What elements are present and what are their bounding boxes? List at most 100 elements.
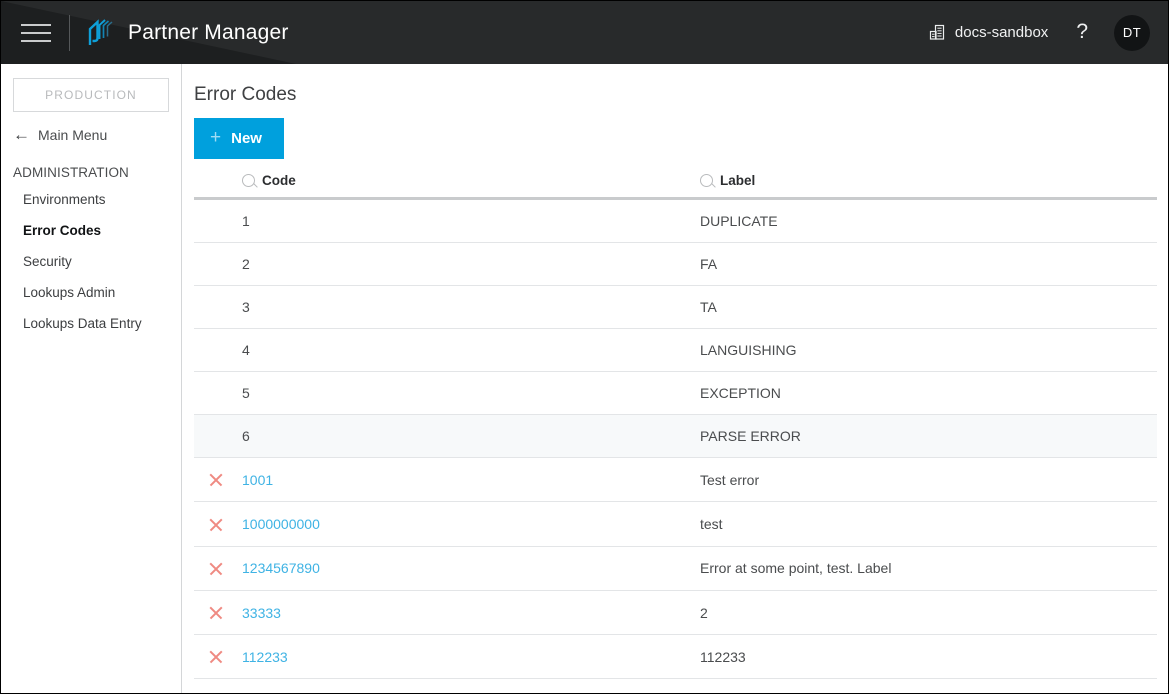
table-header: Code Label xyxy=(194,173,1157,199)
cell-code[interactable]: 1001 xyxy=(242,458,700,502)
hamburger-line xyxy=(21,40,51,42)
sidebar: PRODUCTION ← Main Menu ADMINISTRATION En… xyxy=(1,64,182,693)
column-header-code[interactable]: Code xyxy=(242,173,700,199)
avatar[interactable]: DT xyxy=(1114,15,1150,51)
tenant-name: docs-sandbox xyxy=(955,24,1048,41)
header-right-group: docs-sandbox ? DT xyxy=(919,1,1168,64)
row-delete-cell[interactable] xyxy=(194,502,242,546)
row-delete-cell[interactable] xyxy=(194,635,242,679)
code-text: 3 xyxy=(242,299,250,315)
app-title: Partner Manager xyxy=(128,21,289,45)
code-text: 1 xyxy=(242,213,250,229)
page-body: PRODUCTION ← Main Menu ADMINISTRATION En… xyxy=(1,64,1168,693)
arrow-left-icon: ← xyxy=(13,126,30,143)
back-to-main-menu-label: Main Menu xyxy=(38,127,107,143)
brand-logo-icon xyxy=(88,19,114,47)
cell-code: 1 xyxy=(242,199,700,243)
cell-code[interactable]: 1234567890 xyxy=(242,546,700,590)
sidebar-item-lookups-data-entry[interactable]: Lookups Data Entry xyxy=(1,308,181,339)
table-row[interactable]: 33333 2 xyxy=(194,590,1157,634)
row-delete-cell xyxy=(194,199,242,243)
page-title: Error Codes xyxy=(194,84,1154,106)
cell-label: test xyxy=(700,502,1157,546)
table-row[interactable]: 112233 112233 xyxy=(194,635,1157,679)
sidebar-item-lookups-admin[interactable]: Lookups Admin xyxy=(1,277,181,308)
column-header-label[interactable]: Label xyxy=(700,173,1157,199)
cell-code: 6 xyxy=(242,415,700,458)
code-link[interactable]: 33333 xyxy=(242,605,281,621)
cell-code[interactable]: 1000000000 xyxy=(242,502,700,546)
cell-code[interactable]: 112233 xyxy=(242,635,700,679)
row-delete-cell xyxy=(194,372,242,415)
table-row[interactable]: 1234567890Error at some point, test. Lab… xyxy=(194,546,1157,590)
hamburger-line xyxy=(21,24,51,26)
new-button-label: New xyxy=(231,131,262,146)
delete-icon[interactable] xyxy=(208,605,224,621)
search-icon[interactable] xyxy=(700,174,713,187)
header-divider xyxy=(69,15,70,51)
building-icon xyxy=(929,24,946,41)
code-link[interactable]: 1234567890 xyxy=(242,560,320,576)
table-row[interactable]: 3TA xyxy=(194,286,1157,329)
cell-code: 5 xyxy=(242,372,700,415)
row-delete-cell xyxy=(194,415,242,458)
code-link[interactable]: 1001 xyxy=(242,472,273,488)
back-to-main-menu[interactable]: ← Main Menu xyxy=(1,112,181,149)
table-row[interactable]: 1001 Test error xyxy=(194,458,1157,502)
sidebar-item-environments[interactable]: Environments xyxy=(1,184,181,215)
code-text: 6 xyxy=(242,428,250,444)
row-delete-cell xyxy=(194,329,242,372)
cell-label: PARSE ERROR xyxy=(700,415,1157,458)
cell-label: FA xyxy=(700,243,1157,286)
cell-code[interactable]: 33333 xyxy=(242,590,700,634)
delete-icon[interactable] xyxy=(208,649,224,665)
error-codes-table: Code Label 1DUPLICATE2FA3TA4LANGUISHING5… xyxy=(194,173,1157,679)
column-header-label-label: Label xyxy=(720,173,755,188)
table-row[interactable]: 1 DUPLICATE xyxy=(194,199,1157,243)
table-row[interactable]: 2 FA xyxy=(194,243,1157,286)
column-header-actions xyxy=(194,173,242,199)
row-delete-cell xyxy=(194,286,242,329)
code-link[interactable]: 1000000000 xyxy=(242,516,320,532)
cell-label: LANGUISHING xyxy=(700,329,1157,372)
cell-label: 112233 xyxy=(700,635,1157,679)
table-row[interactable]: 4 LANGUISHING xyxy=(194,329,1157,372)
table-row[interactable]: 6 PARSE ERROR xyxy=(194,415,1157,458)
cell-label: DUPLICATE xyxy=(700,199,1157,243)
cell-code: 4 xyxy=(242,329,700,372)
environment-badge[interactable]: PRODUCTION xyxy=(13,78,169,112)
help-icon[interactable]: ? xyxy=(1058,17,1106,48)
row-delete-cell xyxy=(194,243,242,286)
app-header: Partner Manager docs-sandbox ? DT xyxy=(1,1,1168,64)
cell-label: Test error xyxy=(700,458,1157,502)
code-text: 5 xyxy=(242,385,250,401)
delete-icon[interactable] xyxy=(208,517,224,533)
cell-label: EXCEPTION xyxy=(700,372,1157,415)
table-row[interactable]: 1000000000 test xyxy=(194,502,1157,546)
delete-icon[interactable] xyxy=(208,472,224,488)
table-header-row: Code Label xyxy=(194,173,1157,199)
code-text: 2 xyxy=(242,256,250,272)
code-text: 4 xyxy=(242,342,250,358)
row-delete-cell[interactable] xyxy=(194,458,242,502)
application-window: Partner Manager docs-sandbox ? DT xyxy=(0,0,1169,694)
cell-code: 2 xyxy=(242,243,700,286)
tenant-selector[interactable]: docs-sandbox xyxy=(919,18,1058,47)
column-header-code-label: Code xyxy=(262,173,296,188)
table-body: 1 DUPLICATE 2 FA3TA 4 LANGUISHING 5 EXCEPTION 6 P… xyxy=(194,199,1157,679)
delete-icon[interactable] xyxy=(208,561,224,577)
sidebar-item-error-codes[interactable]: Error Codes xyxy=(1,215,181,246)
plus-icon: + xyxy=(210,128,221,147)
row-delete-cell[interactable] xyxy=(194,590,242,634)
cell-code: 3 xyxy=(242,286,700,329)
new-button[interactable]: + New xyxy=(194,118,284,159)
sidebar-section-administration: ADMINISTRATION xyxy=(1,149,181,184)
main-content: Error Codes + New xyxy=(182,64,1168,693)
row-delete-cell[interactable] xyxy=(194,546,242,590)
hamburger-menu-icon[interactable] xyxy=(19,21,53,45)
cell-label: 2 xyxy=(700,590,1157,634)
sidebar-item-security[interactable]: Security xyxy=(1,246,181,277)
code-link[interactable]: 112233 xyxy=(242,649,288,665)
table-row[interactable]: 5 EXCEPTION xyxy=(194,372,1157,415)
search-icon[interactable] xyxy=(242,174,255,187)
